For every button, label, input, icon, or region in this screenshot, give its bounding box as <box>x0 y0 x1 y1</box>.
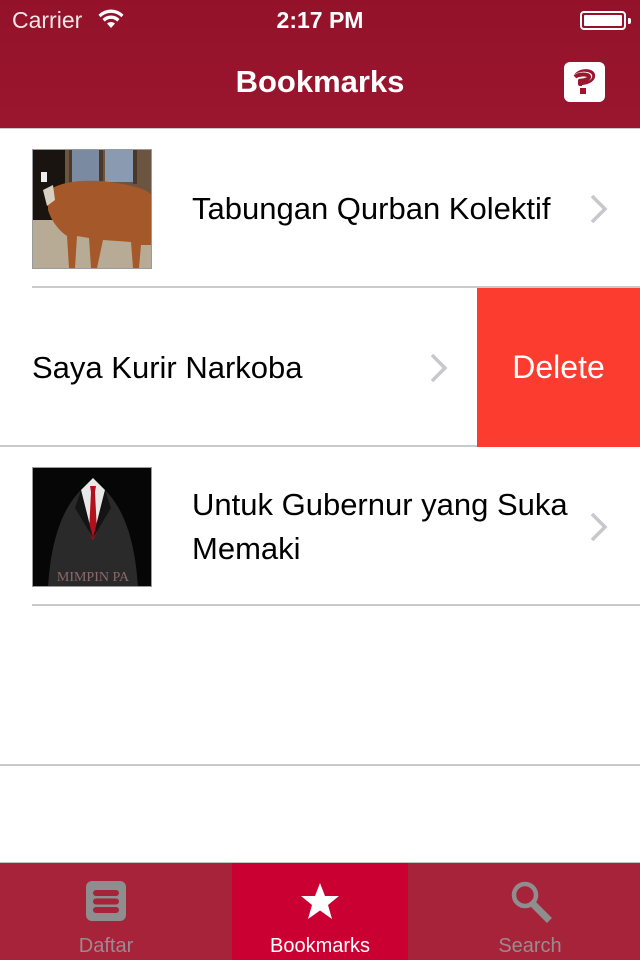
bookmark-row[interactable]: MIMPIN PA Untuk Gubernur yang Suka Memak… <box>0 447 640 606</box>
tab-label: Bookmarks <box>269 935 371 957</box>
row-separator <box>0 764 640 766</box>
empty-row <box>0 606 640 766</box>
status-time: 2:17 PM <box>276 7 364 33</box>
bookmark-thumbnail-suit: MIMPIN PA <box>32 467 152 587</box>
bookmark-title: Untuk Gubernur yang Suka Memaki <box>192 486 568 566</box>
tab-search[interactable]: Search <box>442 863 618 960</box>
battery-icon <box>580 11 631 30</box>
star-icon <box>301 883 339 919</box>
chevron-right-icon <box>590 512 608 542</box>
bookmark-thumbnail-cow <box>32 149 152 269</box>
search-icon <box>511 881 552 923</box>
page-title: Bookmarks <box>235 64 405 99</box>
tab-bookmarks[interactable]: Bookmarks <box>232 863 408 960</box>
help-question-icon <box>573 69 596 94</box>
bookmark-row[interactable]: Saya Kurir Narkoba Delete <box>0 288 640 447</box>
status-bar: Carrier 2:17 PM <box>0 0 640 40</box>
delete-button[interactable]: Delete <box>477 288 640 447</box>
list-icon <box>86 881 126 921</box>
bookmark-title: Saya Kurir Narkoba <box>32 349 303 385</box>
bookmark-list: Tabungan Qurban Kolektif Saya Kurir Nark… <box>0 129 640 766</box>
bookmark-row-content[interactable]: MIMPIN PA Untuk Gubernur yang Suka Memak… <box>0 447 640 606</box>
bookmark-row[interactable]: Tabungan Qurban Kolektif <box>0 129 640 288</box>
help-button[interactable] <box>564 62 605 102</box>
bookmark-title: Tabungan Qurban Kolektif <box>192 190 551 226</box>
bookmark-row-content[interactable]: Tabungan Qurban Kolektif <box>0 129 640 288</box>
navigation-header: Carrier 2:17 PM Bookmarks <box>0 0 640 128</box>
tab-label: Daftar <box>78 935 134 957</box>
tab-bar: Daftar Bookmarks Search <box>0 862 640 960</box>
chevron-right-icon <box>430 353 448 383</box>
tab-daftar[interactable]: Daftar <box>18 863 194 960</box>
chevron-right-icon <box>590 194 608 224</box>
bookmark-row-content[interactable]: Saya Kurir Narkoba <box>0 288 480 447</box>
tab-label: Search <box>498 935 562 957</box>
thumbnail-caption: MIMPIN PA <box>57 570 130 585</box>
